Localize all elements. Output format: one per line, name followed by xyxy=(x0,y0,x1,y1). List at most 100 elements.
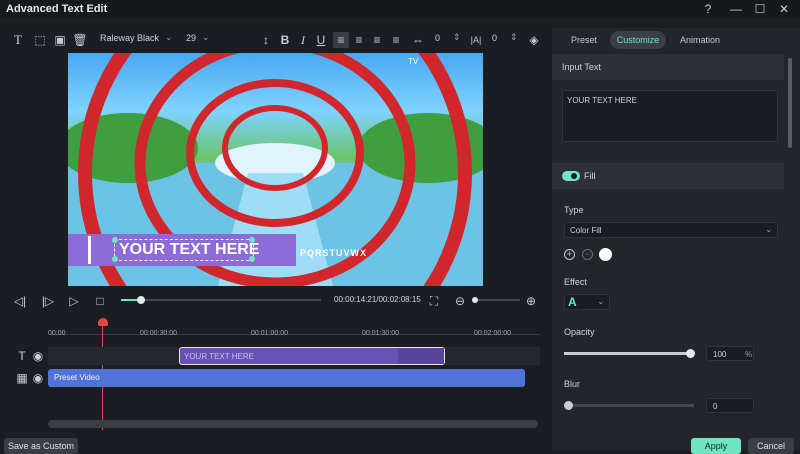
maximize-icon[interactable]: ☐ xyxy=(752,1,768,17)
playback-bar: ◁| |▷ ▷ □ 00:00:14:21/00:02:08:15 ⛶ ⊖ ⊕ xyxy=(0,289,550,311)
letter-spacing-icon[interactable]: ⇔ xyxy=(410,32,426,48)
text-clip-label: YOUR TEXT HERE xyxy=(184,352,254,361)
playhead-handle[interactable] xyxy=(98,318,108,326)
bold-icon[interactable]: B xyxy=(277,32,293,48)
underline-icon[interactable]: U xyxy=(313,32,329,48)
video-clip-label: Preset Video xyxy=(54,373,100,382)
ruler-label: 00:01:30:00 xyxy=(362,330,399,337)
type-select-value: Color Fill xyxy=(570,226,602,235)
zoom-slider[interactable] xyxy=(472,297,520,303)
tab-animation[interactable]: Animation xyxy=(676,31,724,49)
chevron-down-icon: ⌄ xyxy=(597,296,605,306)
text-clip-tail xyxy=(398,348,444,364)
shape-tool-icon[interactable]: ⬚ xyxy=(32,32,48,48)
ruler-label: 00:02:00:00 xyxy=(474,330,511,337)
type-select[interactable]: Color Fill ⌄ xyxy=(564,222,778,238)
stepper-icon[interactable]: ⇕ xyxy=(453,32,461,43)
text-tool-icon[interactable]: T xyxy=(10,32,26,48)
blur-slider[interactable] xyxy=(564,401,694,410)
fill-toggle[interactable] xyxy=(562,171,580,181)
time-display: 00:00:14:21/00:02:08:15 xyxy=(334,295,421,304)
opacity-input[interactable]: 100 % xyxy=(706,346,754,361)
line-spacing-value[interactable]: 0 xyxy=(492,33,497,43)
text-height-icon[interactable]: ↕ xyxy=(258,32,274,48)
chevron-down-icon[interactable]: ⌄ xyxy=(165,32,173,43)
eye-icon[interactable]: ◉ xyxy=(30,348,46,364)
close-icon[interactable]: ✕ xyxy=(776,1,792,17)
opacity-fill xyxy=(564,352,690,355)
align-center-icon[interactable]: ≡ xyxy=(351,32,367,48)
line-spacing-icon[interactable]: |A| xyxy=(468,32,484,48)
stepper-icon[interactable]: ⇕ xyxy=(510,32,518,43)
delete-icon[interactable]: 🗑 xyxy=(72,32,88,48)
font-size-select[interactable]: 29 xyxy=(186,33,196,43)
fill-label: Fill xyxy=(584,171,596,181)
text-track-icon: T xyxy=(18,349,26,363)
image-tool-icon[interactable]: ▣ xyxy=(52,32,68,48)
input-text-field[interactable]: YOUR TEXT HERE xyxy=(562,90,778,142)
tab-customize[interactable]: Customize xyxy=(610,31,666,49)
ticker-text: PQRSTUVWX xyxy=(300,248,368,258)
input-text-header: Input Text xyxy=(562,62,601,72)
align-justify-icon[interactable]: ≡ xyxy=(388,32,404,48)
minimize-icon[interactable]: — xyxy=(728,1,744,17)
resize-handle[interactable] xyxy=(112,237,118,243)
preview-text-overlay[interactable]: YOUR TEXT HERE xyxy=(119,241,259,259)
stop-icon[interactable]: □ xyxy=(92,293,108,309)
blur-knob[interactable] xyxy=(564,401,573,410)
zoom-in-icon[interactable]: ⊕ xyxy=(523,293,539,309)
play-icon[interactable]: ▷ xyxy=(66,293,82,309)
zoom-knob[interactable] xyxy=(472,297,478,303)
apply-button[interactable]: Apply xyxy=(691,438,741,454)
video-clip[interactable]: Preset Video xyxy=(48,369,525,387)
tab-preset[interactable]: Preset xyxy=(566,31,602,49)
italic-icon[interactable]: I xyxy=(295,32,311,48)
ruler-label: 00:01:00:00 xyxy=(251,330,288,337)
resize-handle[interactable] xyxy=(249,237,255,243)
layers-icon[interactable]: ◈ xyxy=(526,32,542,48)
progress-knob[interactable] xyxy=(137,296,145,304)
blur-input[interactable]: 0 xyxy=(706,398,754,413)
zoom-out-icon[interactable]: ⊖ xyxy=(452,293,468,309)
effect-preview-icon: A xyxy=(568,295,577,309)
align-left-icon[interactable]: ≡ xyxy=(333,32,349,48)
properties-panel: Preset Customize Animation Input Text YO… xyxy=(552,28,800,450)
resize-handle[interactable] xyxy=(249,256,255,262)
timeline-scrollbar[interactable] xyxy=(48,420,538,428)
window-title: Advanced Text Edit xyxy=(6,3,108,15)
fullscreen-icon[interactable]: ⛶ xyxy=(426,293,442,309)
next-frame-icon[interactable]: |▷ xyxy=(40,293,56,309)
remove-color-icon[interactable]: − xyxy=(582,249,593,260)
cancel-button[interactable]: Cancel xyxy=(748,438,794,454)
video-track-icon: ▦ xyxy=(16,371,28,385)
opacity-knob[interactable] xyxy=(686,349,695,358)
title-bar: Advanced Text Edit ? — ☐ ✕ xyxy=(0,0,800,18)
chevron-down-icon[interactable]: ⌄ xyxy=(202,32,210,43)
input-text-value: YOUR TEXT HERE xyxy=(567,96,637,105)
ruler-line xyxy=(50,334,540,335)
video-preview[interactable]: TV YOUR TEXT HERE PQRSTUVWX xyxy=(68,53,483,286)
resize-handle[interactable] xyxy=(112,256,118,262)
blur-label: Blur xyxy=(564,379,581,389)
eye-icon[interactable]: ◉ xyxy=(30,370,46,386)
align-right-icon[interactable]: ≡ xyxy=(369,32,385,48)
effect-select[interactable]: A ⌄ xyxy=(564,294,610,310)
panel-scrollbar[interactable] xyxy=(788,58,792,148)
letter-spacing-value[interactable]: 0 xyxy=(435,33,440,43)
toggle-knob xyxy=(571,173,577,179)
save-as-custom-button[interactable]: Save as Custom xyxy=(4,438,78,454)
color-swatch[interactable] xyxy=(599,248,612,261)
watermark: TV xyxy=(408,57,419,66)
text-toolbar: T ⬚ ▣ 🗑 Raleway Black ⌄ 29 ⌄ ↕ B I U ≡ ≡… xyxy=(0,28,550,52)
font-family-select[interactable]: Raleway Black xyxy=(100,33,159,43)
help-icon[interactable]: ? xyxy=(700,1,716,17)
add-color-icon[interactable]: + xyxy=(564,249,575,260)
opacity-slider[interactable] xyxy=(564,349,695,358)
chevron-down-icon: ⌄ xyxy=(765,224,773,234)
prev-frame-icon[interactable]: ◁| xyxy=(12,293,28,309)
ruler-label: 00:00:30:00 xyxy=(140,330,177,337)
text-selection-box[interactable]: YOUR TEXT HERE xyxy=(112,237,259,262)
text-clip[interactable]: YOUR TEXT HERE xyxy=(179,347,445,365)
opacity-label: Opacity xyxy=(564,327,595,337)
progress-track[interactable] xyxy=(121,296,321,304)
